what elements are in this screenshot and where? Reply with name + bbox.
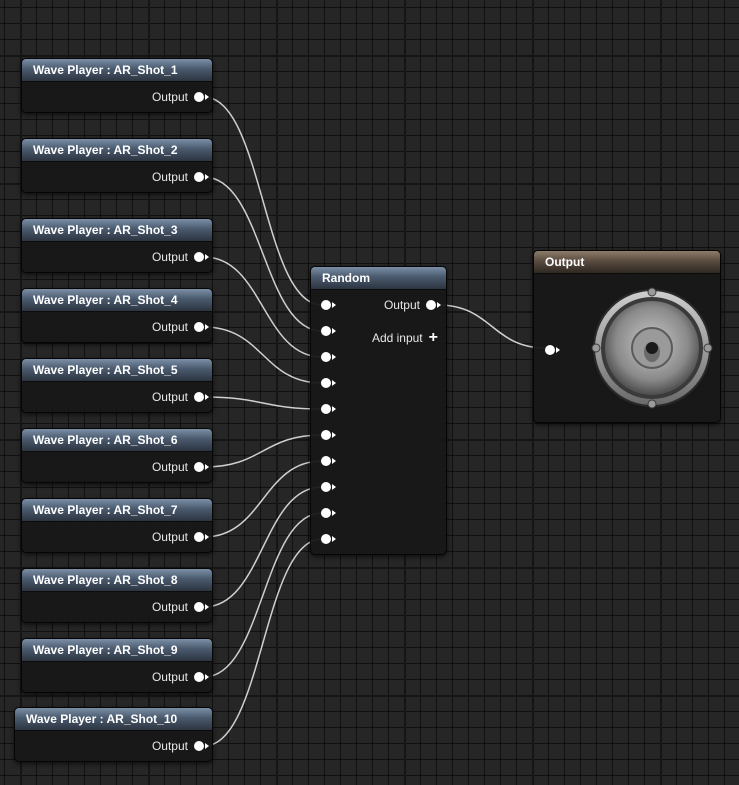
node-title: Wave Player : AR_Shot_8	[22, 569, 212, 592]
output-pin-row[interactable]: Output	[151, 668, 209, 686]
input-pin-icon[interactable]	[321, 534, 336, 544]
output-pin-label: Output	[151, 170, 188, 184]
output-pin-icon[interactable]	[194, 322, 209, 332]
output-pin-row[interactable]: Output	[151, 88, 209, 106]
output-pin-label: Output	[151, 460, 188, 474]
output-pin-label: Output	[151, 670, 188, 684]
output-pin-label: Output	[151, 320, 188, 334]
output-pin-row[interactable]: Output	[151, 318, 209, 336]
input-pin-icon[interactable]	[321, 300, 336, 310]
node-title: Wave Player : AR_Shot_1	[22, 59, 212, 82]
graph-canvas[interactable]: Wave Player : AR_Shot_1 Output Wave Play…	[0, 0, 739, 785]
wave-player-node[interactable]: Wave Player : AR_Shot_9 Output	[21, 638, 213, 693]
output-pin-label: Output	[151, 530, 188, 544]
wave-player-node[interactable]: Wave Player : AR_Shot_5 Output	[21, 358, 213, 413]
wave-player-node[interactable]: Wave Player : AR_Shot_7 Output	[21, 498, 213, 553]
input-pin-icon[interactable]	[545, 345, 560, 355]
input-pin[interactable]	[321, 348, 336, 366]
connection-wire	[203, 538, 323, 747]
input-pin[interactable]	[321, 400, 336, 418]
output-pin-row[interactable]: Output	[151, 458, 209, 476]
node-title: Wave Player : AR_Shot_3	[22, 219, 212, 242]
output-pin-row[interactable]: Output	[151, 248, 209, 266]
input-pin-icon[interactable]	[321, 482, 336, 492]
wave-player-node[interactable]: Wave Player : AR_Shot_4 Output	[21, 288, 213, 343]
node-title: Wave Player : AR_Shot_2	[22, 139, 212, 162]
output-node[interactable]: Output	[533, 250, 721, 423]
output-pin-icon[interactable]	[194, 741, 209, 751]
input-pin[interactable]	[321, 374, 336, 392]
connection-wire	[203, 460, 323, 538]
input-pin[interactable]	[321, 426, 336, 444]
output-pin-label: Output	[383, 298, 420, 312]
input-pin[interactable]	[321, 478, 336, 496]
input-pin[interactable]	[321, 504, 336, 522]
output-pin-icon[interactable]	[194, 172, 209, 182]
output-pin-row[interactable]: Output	[151, 528, 209, 546]
output-pin-icon[interactable]	[194, 532, 209, 542]
wave-player-node[interactable]: Wave Player : AR_Shot_6 Output	[21, 428, 213, 483]
add-input-label: Add input	[371, 331, 423, 345]
node-title: Wave Player : AR_Shot_6	[22, 429, 212, 452]
connection-wire	[437, 304, 547, 349]
output-pin-row[interactable]: Output	[151, 598, 209, 616]
node-title: Output	[534, 251, 720, 274]
node-title: Wave Player : AR_Shot_10	[15, 708, 212, 731]
output-pin-icon[interactable]	[194, 392, 209, 402]
output-pin-label: Output	[151, 739, 188, 753]
output-pin-icon[interactable]	[194, 92, 209, 102]
input-pin[interactable]	[321, 452, 336, 470]
output-pin-label: Output	[151, 250, 188, 264]
plus-icon: +	[428, 329, 438, 346]
connection-wire	[203, 326, 323, 384]
output-pin-row[interactable]: Output	[151, 168, 209, 186]
output-pin-label: Output	[151, 600, 188, 614]
output-pin-row[interactable]: Output	[151, 388, 209, 406]
wave-player-node[interactable]: Wave Player : AR_Shot_10 Output	[14, 707, 213, 762]
input-pin-icon[interactable]	[321, 508, 336, 518]
wave-player-node[interactable]: Wave Player : AR_Shot_2 Output	[21, 138, 213, 193]
input-pin-icon[interactable]	[321, 352, 336, 362]
input-pin[interactable]	[321, 530, 336, 548]
output-pin-icon[interactable]	[194, 462, 209, 472]
wave-player-node[interactable]: Wave Player : AR_Shot_3 Output	[21, 218, 213, 273]
output-pin-label: Output	[151, 90, 188, 104]
node-title: Wave Player : AR_Shot_7	[22, 499, 212, 522]
input-pin-icon[interactable]	[321, 430, 336, 440]
random-node[interactable]: Random Output Add input +	[310, 266, 447, 555]
node-title: Wave Player : AR_Shot_9	[22, 639, 212, 662]
connection-wire	[203, 256, 323, 358]
input-pin[interactable]	[321, 296, 336, 314]
connection-wire	[203, 434, 323, 468]
output-input-pin[interactable]	[545, 341, 560, 359]
output-pin-label: Output	[151, 390, 188, 404]
add-input-button[interactable]: Add input +	[372, 329, 438, 347]
connection-wire	[203, 512, 323, 678]
output-pin-icon[interactable]	[194, 672, 209, 682]
node-title: Wave Player : AR_Shot_4	[22, 289, 212, 312]
speaker-icon	[591, 287, 713, 409]
output-pin-row[interactable]: Output	[151, 737, 209, 755]
random-output-pin-row[interactable]: Output	[383, 296, 441, 314]
output-pin-icon[interactable]	[194, 602, 209, 612]
output-pin-icon[interactable]	[194, 252, 209, 262]
input-pin-icon[interactable]	[321, 404, 336, 414]
node-title: Wave Player : AR_Shot_5	[22, 359, 212, 382]
connection-wire	[203, 396, 323, 410]
input-pin[interactable]	[321, 322, 336, 340]
input-pin-icon[interactable]	[321, 456, 336, 466]
connection-wire	[203, 176, 323, 332]
wave-player-node[interactable]: Wave Player : AR_Shot_1 Output	[21, 58, 213, 113]
output-pin-icon[interactable]	[426, 300, 441, 310]
input-pin-icon[interactable]	[321, 326, 336, 336]
connection-wire	[203, 96, 323, 306]
connection-wire	[203, 486, 323, 608]
wave-player-node[interactable]: Wave Player : AR_Shot_8 Output	[21, 568, 213, 623]
node-title: Random	[311, 267, 446, 290]
input-pin-icon[interactable]	[321, 378, 336, 388]
